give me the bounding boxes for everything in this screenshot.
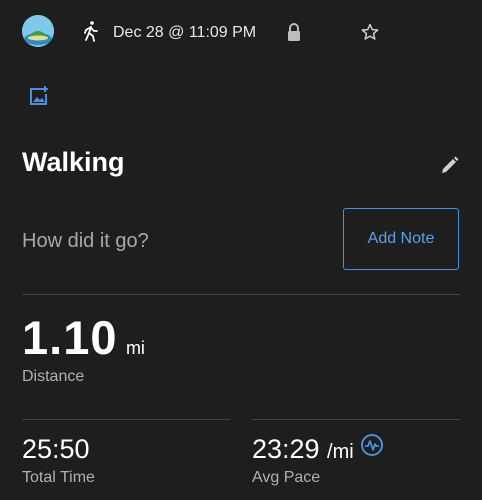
total-time-value: 25:50	[22, 434, 90, 464]
distance-unit: mi	[125, 338, 145, 358]
divider	[22, 419, 230, 420]
activity-title[interactable]: Walking	[22, 147, 125, 178]
add-photo-icon[interactable]	[28, 85, 50, 107]
distance-stat: 1.10 mi	[22, 310, 145, 365]
distance-label: Distance	[22, 368, 85, 385]
divider	[252, 419, 460, 420]
edit-pencil-icon[interactable]	[440, 155, 460, 175]
distance-value: 1.10	[22, 311, 118, 364]
divider	[22, 294, 460, 295]
avg-pace-label: Avg Pace	[252, 469, 321, 486]
avatar[interactable]	[22, 15, 54, 47]
avg-pace-stat: 23:29 /mi	[252, 434, 354, 465]
avg-pace-value: 23:29	[252, 434, 320, 464]
heart-rate-badge-icon[interactable]	[360, 433, 384, 457]
total-time-label: Total Time	[22, 469, 95, 486]
note-prompt[interactable]: How did it go?	[22, 230, 149, 253]
lock-icon[interactable]	[286, 22, 302, 42]
avg-pace-unit: /mi	[327, 441, 354, 463]
walking-icon	[82, 20, 100, 42]
activity-date-time: Dec 28 @ 11:09 PM	[113, 24, 257, 41]
star-icon[interactable]	[360, 22, 380, 42]
add-note-button[interactable]: Add Note	[343, 208, 459, 270]
